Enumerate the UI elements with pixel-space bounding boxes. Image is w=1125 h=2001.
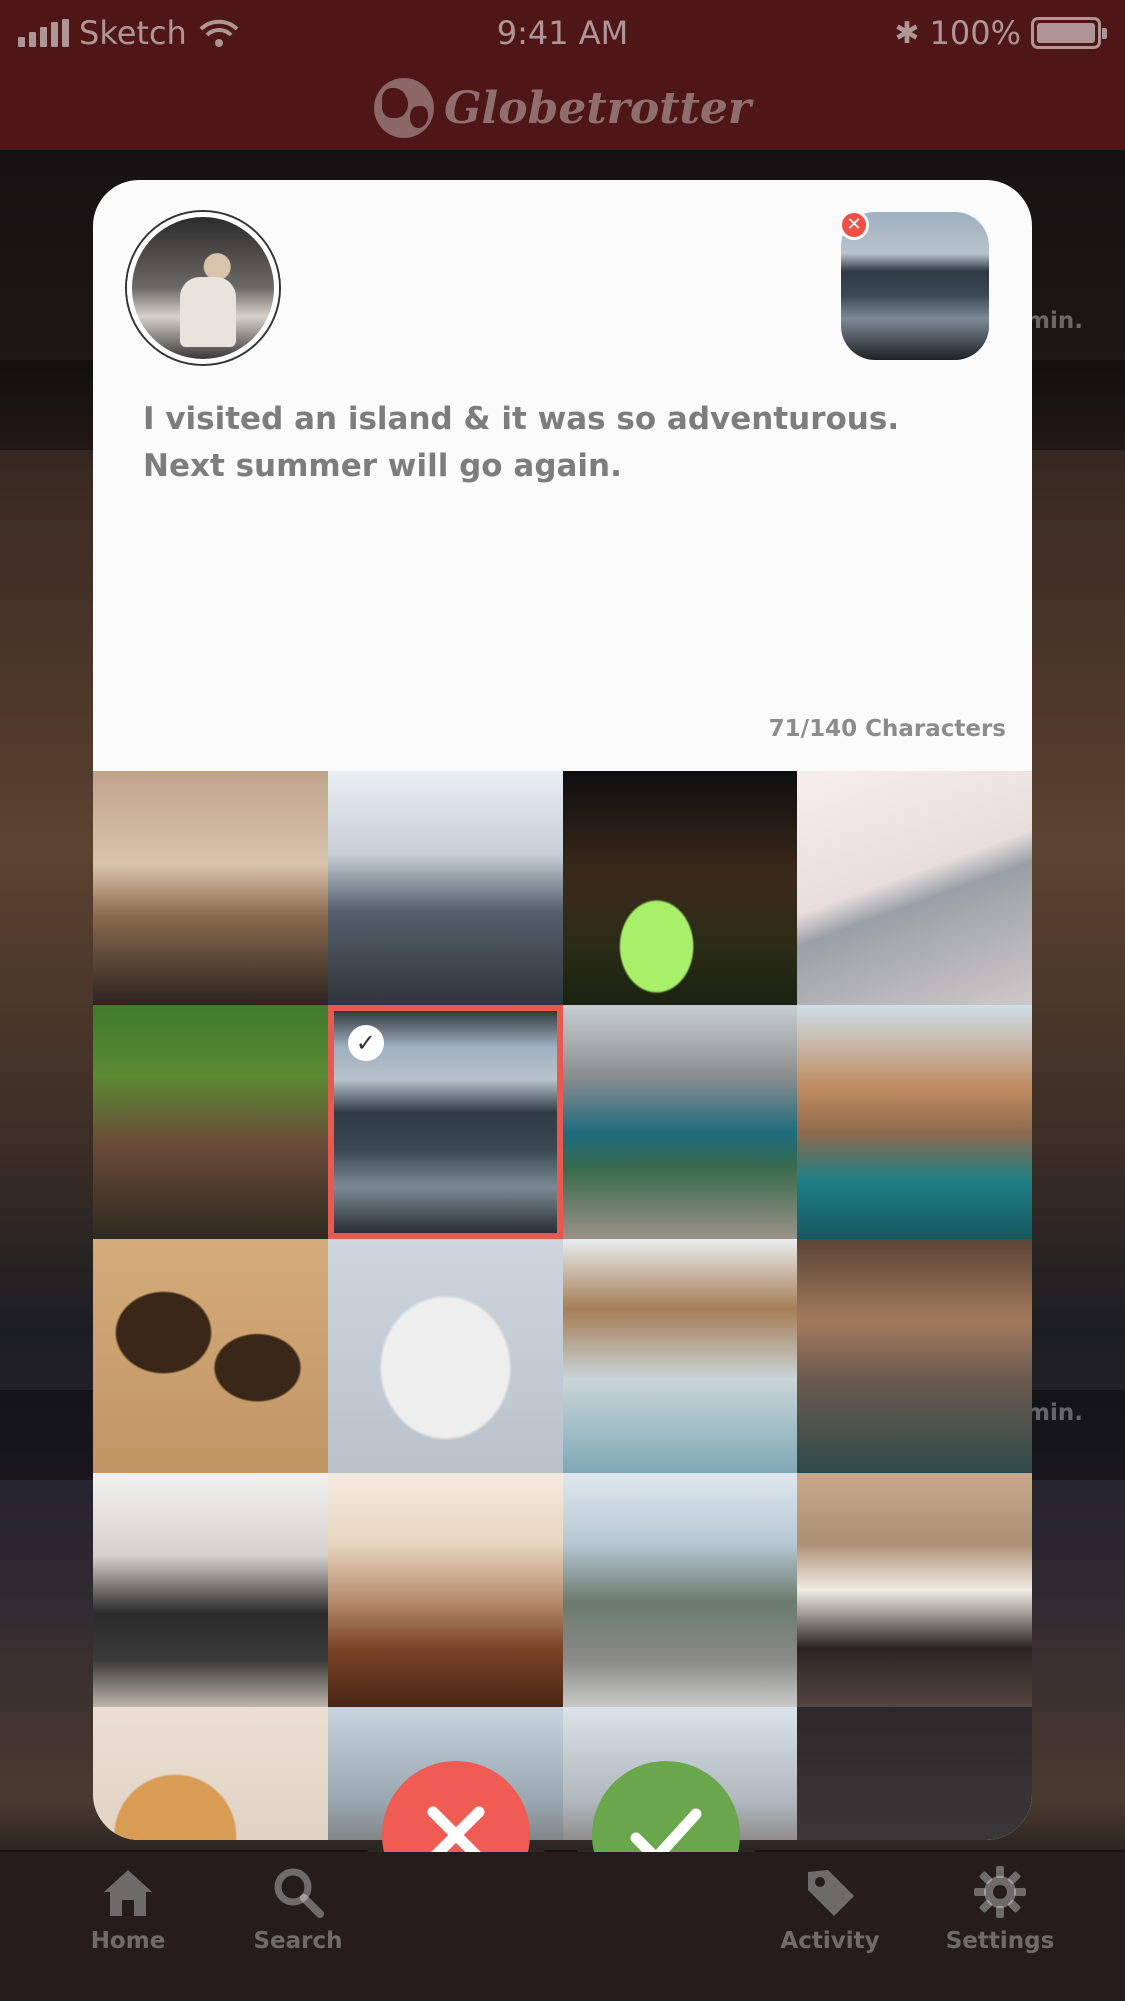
post-composer-modal: ✕ I visited an island & it was so advent… [93,180,1032,1840]
photo-surfer-pier[interactable] [562,1239,798,1473]
photo-wooden-world-map[interactable] [93,1239,328,1473]
photo-binoculars[interactable] [93,771,328,1005]
photo-hooded-traveler[interactable] [797,1707,1032,1840]
photo-buddha-statue[interactable] [327,1239,563,1473]
tab-label: Activity [780,1928,880,1954]
battery-percent: 100% [929,14,1021,52]
photo-tent[interactable] [562,771,798,1005]
app-header: Sketch 9:41 AM ✱ 100% Globetrotter [0,0,1125,150]
photo-woman-travel[interactable] [797,1473,1032,1707]
photo-city-aerial[interactable] [562,1473,798,1707]
bluetooth-icon: ✱ [894,15,920,51]
home-icon [104,1870,152,1916]
app-name: Globetrotter [443,82,752,134]
globe-icon [373,78,434,138]
photo-wing[interactable] [797,771,1032,1005]
tab-label: Search [253,1928,343,1954]
photo-airport[interactable] [327,771,563,1005]
photo-coastal-village[interactable] [797,1005,1032,1239]
app-logo: Globetrotter [0,78,1125,138]
avatar[interactable] [127,212,279,364]
close-icon[interactable]: ✕ [839,210,869,240]
tab-label: Settings [945,1928,1055,1954]
status-bar: Sketch 9:41 AM ✱ 100% [0,0,1125,70]
post-text-input[interactable]: I visited an island & it was so adventur… [143,396,963,490]
checkmark-icon: ✓ [347,1025,384,1061]
photo-ferry-window[interactable]: ✓ [327,1005,563,1239]
photo-mountain-lake[interactable] [562,1005,798,1239]
tab-search[interactable]: Search [228,1862,368,1954]
photo-deck-sunset[interactable] [327,1473,563,1707]
character-counter: 71/140 Characters [768,716,1006,742]
battery-icon [1031,17,1107,49]
tab-settings[interactable]: Settings [930,1862,1070,1954]
photo-cave-pool[interactable] [797,1239,1032,1473]
tab-activity[interactable]: Activity [760,1862,900,1954]
tab-label: Home [90,1928,166,1954]
photo-globe[interactable] [93,1707,328,1840]
photo-picker-grid: ✓ [93,771,1032,1840]
photo-horse-rider[interactable] [93,1005,328,1239]
photo-airport-seats[interactable] [93,1473,328,1707]
tab-home[interactable]: Home [58,1862,198,1954]
feed-time-label: min. [1026,308,1083,334]
bottom-tab-bar: Home Search Activity Settings [0,1852,1125,2001]
search-icon [274,1868,324,1918]
tag-icon [808,1870,854,1916]
feed-time-label: min. [1026,1400,1083,1426]
gear-icon [974,1866,1026,1918]
